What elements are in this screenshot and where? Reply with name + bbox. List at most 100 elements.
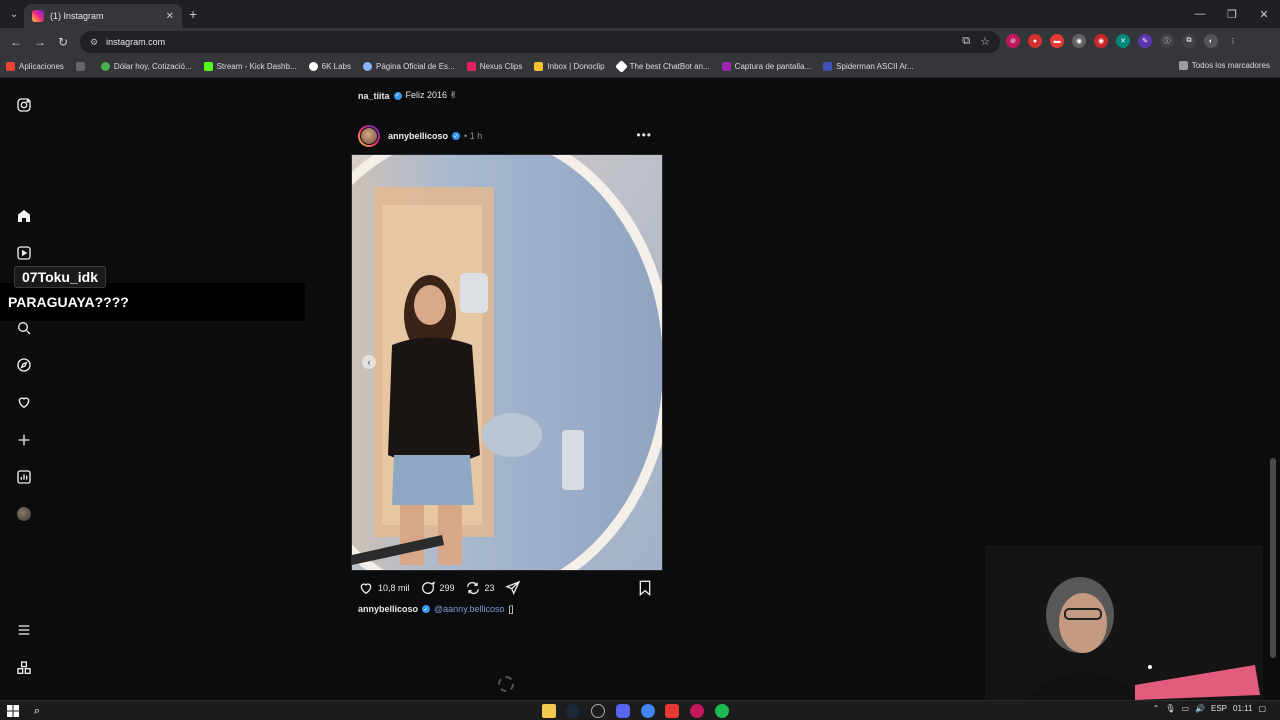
create-plus-icon[interactable] [14,430,34,450]
network-icon[interactable]: ▭ [1181,704,1189,713]
extension-icon[interactable]: ▬ [1050,34,1064,48]
address-bar[interactable]: ⚙ instagram.com ⧉ ☆ [80,31,1000,53]
webcam-overlay [985,545,1263,700]
home-icon[interactable] [14,206,34,226]
bookmark-item[interactable]: Dólar hoy, Cotizació... [100,62,192,71]
post-author-avatar[interactable] [358,125,380,147]
post-caption: annybellicoso ✓ @aanny.bellicoso [] [358,604,514,614]
site-info-icon[interactable]: ⚙ [90,37,98,48]
windows-taskbar: ⌕ ⌃ 🎙 ▭ 🔊 ESP 01:11 ▢ [0,700,1280,720]
spotify-icon[interactable] [715,704,729,718]
previous-post-username[interactable]: na_tiita [358,91,390,101]
bookmark-item[interactable]: Stream - Kick Dashb... [203,62,297,71]
bookmark-item[interactable]: Spiderman ASCII Ar... [823,62,914,71]
extensions-row: ⊘ ● ▬ ◉ ◉ ✕ ✎ ⓘ ⧉ ◐ ⋮ [1006,34,1240,48]
bookmark-item[interactable]: Aplicaciones [6,62,64,71]
heart-icon [360,583,372,595]
post-options-icon[interactable]: ••• [636,128,652,142]
comment-button[interactable]: 299 [420,580,455,596]
system-tray: ⌃ 🎙 ▭ 🔊 ESP 01:11 ▢ [1153,704,1266,713]
menu-kebab-icon[interactable]: ⋮ [1226,34,1240,48]
explore-compass-icon[interactable] [14,355,34,375]
clock-time[interactable]: 01:11 [1233,704,1252,713]
repost-button[interactable]: 23 [465,580,495,596]
file-explorer-icon[interactable] [542,704,556,718]
steam-icon[interactable] [566,704,580,718]
search-icon[interactable] [14,318,34,338]
dollar-site-icon [100,62,110,71]
extension-icon[interactable]: ✕ [1116,34,1130,48]
stream-chat-username: 07Toku_idk [14,266,106,288]
like-count: 10,8 mil [378,583,410,593]
instagram-logo-icon[interactable] [14,95,34,115]
minimize-button[interactable]: — [1184,0,1216,28]
chrome-icon[interactable] [641,704,655,718]
more-menu-icon[interactable] [14,620,34,640]
profile-avatar[interactable] [14,504,34,524]
heart-notifications-icon[interactable] [14,392,34,412]
extension-icon[interactable]: ⊘ [1006,34,1020,48]
instagram-favicon-icon [32,10,44,22]
reload-icon[interactable]: ↻ [55,34,71,50]
install-app-icon[interactable]: ⧉ [962,35,970,48]
save-button[interactable] [638,580,652,601]
donoclip-icon [534,62,544,71]
post-author-username[interactable]: annybellicoso [388,131,448,141]
brave-icon[interactable] [665,704,679,718]
tab-title: (1) Instagram [50,11,104,21]
close-window-button[interactable]: ✕ [1248,0,1280,28]
bookmark-item[interactable]: Página Oficial de Es... [362,62,455,71]
extension-icon[interactable]: ⓘ [1160,34,1174,48]
profile-icon[interactable]: ◐ [1204,34,1218,48]
6k-labs-icon [308,62,318,71]
like-button[interactable]: 10,8 mil [358,580,410,596]
bookmark-item[interactable]: Captura de pantalla... [721,62,811,71]
bookmarks-bar: Aplicaciones Dólar hoy, Cotizació... Str… [0,56,1280,78]
bookmark-item[interactable]: Inbox | Donoclip [534,62,605,71]
media-app-icon[interactable] [690,704,704,718]
repost-icon [466,581,479,595]
tray-chevron-icon[interactable]: ⌃ [1153,704,1160,713]
instagram-sidebar [0,78,48,700]
extensions-puzzle-icon[interactable]: ⧉ [1182,34,1196,48]
also-from-meta-icon[interactable] [14,658,34,678]
screenshot-icon [721,62,731,71]
bookmark-item[interactable]: 6K Labs [308,62,351,71]
volume-icon[interactable]: 🔊 [1195,704,1205,713]
caption-mention[interactable]: @aanny.bellicoso [434,604,505,614]
tab-close-icon[interactable]: ✕ [166,11,174,22]
keyboard-language[interactable]: ESP [1211,704,1227,713]
share-button[interactable] [504,580,525,596]
bookmark-item[interactable]: Nexus Clips [466,62,522,71]
post-image[interactable]: ‹ [351,154,663,571]
start-windows-icon[interactable] [6,704,20,718]
extension-icon[interactable]: ✎ [1138,34,1152,48]
caption-username[interactable]: annybellicoso [358,604,418,614]
reels-icon[interactable] [14,243,34,263]
tab-search-icon[interactable]: ⌄ [6,6,22,22]
page-scrollbar[interactable] [1270,458,1276,658]
extension-icon[interactable]: ◉ [1094,34,1108,48]
webcam-illustration [985,545,1263,700]
carousel-previous-button[interactable]: ‹ [362,355,376,369]
back-icon[interactable]: ← [8,34,24,50]
bookmark-star-icon[interactable]: ☆ [980,35,990,48]
extension-icon[interactable]: ◉ [1072,34,1086,48]
dashboard-chart-icon[interactable] [14,467,34,487]
folder-icon [1178,61,1188,70]
bookmark-item[interactable]: The best ChatBot an... [614,60,710,73]
forward-icon[interactable]: → [32,34,48,50]
new-tab-button[interactable]: + [189,6,197,22]
loading-spinner-icon [498,676,514,692]
tab-instagram[interactable]: (1) Instagram ✕ [24,4,182,28]
nexus-clips-icon [466,62,476,71]
restore-button[interactable]: ❐ [1216,0,1248,28]
notifications-icon[interactable]: ▢ [1258,704,1266,713]
bookmark-item[interactable] [75,62,89,71]
extension-icon[interactable]: ● [1028,34,1042,48]
microphone-icon[interactable]: 🎙 [1165,704,1175,713]
taskbar-search-icon[interactable]: ⌕ [30,704,44,718]
discord-icon[interactable] [616,704,630,718]
all-bookmarks-button[interactable]: Todos los marcadores [1178,61,1270,70]
app-icon[interactable] [591,704,605,718]
